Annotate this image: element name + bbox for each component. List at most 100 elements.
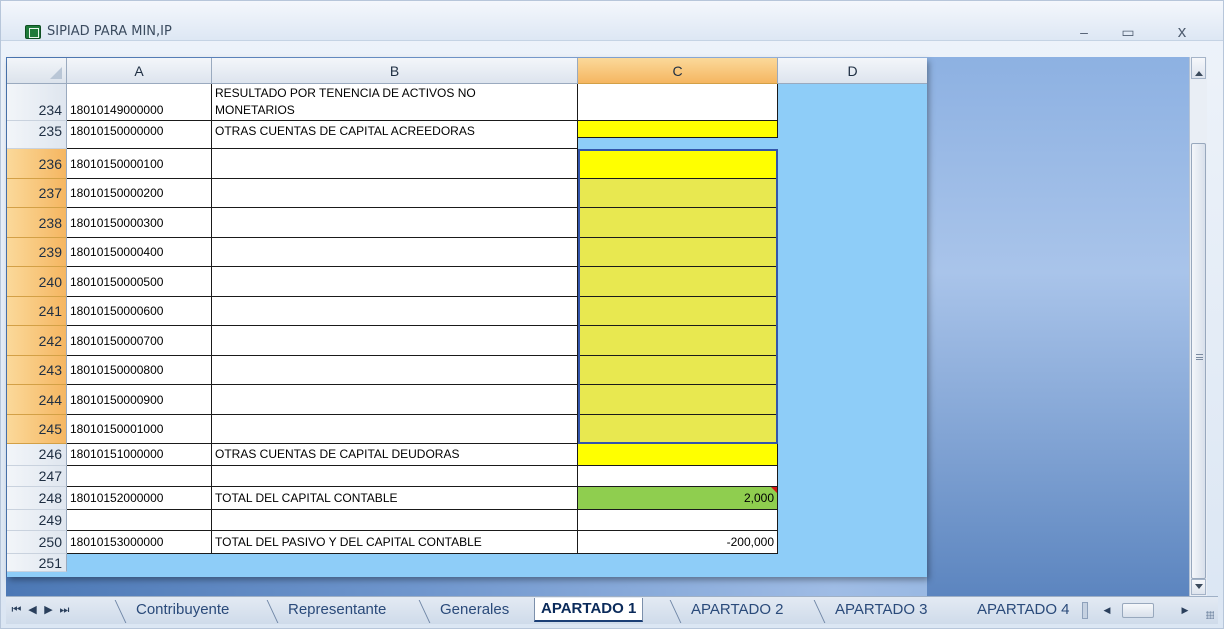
cell-a[interactable]: 18010150000400 — [67, 238, 212, 267]
tab-split-handle[interactable] — [1082, 602, 1088, 619]
cell-a[interactable]: 18010150000200 — [67, 179, 212, 208]
row-header[interactable]: 245 — [7, 415, 67, 444]
maximize-button[interactable]: ▭ — [1115, 23, 1141, 41]
row-header[interactable]: 240 — [7, 267, 67, 297]
row-header[interactable]: 246 — [7, 444, 67, 466]
row-header[interactable]: 248 — [7, 487, 67, 510]
cell-b[interactable] — [212, 179, 578, 208]
cell-b[interactable] — [212, 385, 578, 415]
cell-a[interactable] — [67, 510, 212, 531]
row-header[interactable]: 244 — [7, 385, 67, 415]
row-header[interactable]: 238 — [7, 208, 67, 238]
cell-c[interactable] — [578, 356, 778, 385]
cell-a[interactable]: 18010150000500 — [67, 267, 212, 297]
row-header[interactable]: 251 — [7, 554, 67, 572]
first-sheet-icon[interactable]: ⏮ — [10, 604, 26, 617]
column-header-b[interactable]: B — [212, 58, 578, 84]
tab-contribuyente[interactable]: Contribuyente — [130, 599, 235, 623]
last-sheet-icon[interactable]: ⏭ — [58, 604, 74, 617]
cell-c[interactable]: 2,000 — [578, 487, 778, 510]
horizontal-scroll-thumb[interactable] — [1122, 603, 1154, 618]
cell-b[interactable] — [212, 510, 578, 531]
row-header[interactable]: 247 — [7, 466, 67, 487]
row-header[interactable]: 250 — [7, 531, 67, 554]
row-header[interactable]: 241 — [7, 297, 67, 326]
table-row: 243 18010150000800 — [7, 356, 927, 385]
close-button[interactable]: x — [1169, 23, 1195, 41]
cell-a[interactable]: 18010152000000 — [67, 487, 212, 510]
cell-b[interactable] — [212, 149, 578, 179]
cell-c[interactable] — [578, 149, 778, 179]
scroll-up-icon[interactable] — [1191, 57, 1206, 79]
column-header-a[interactable]: A — [67, 58, 212, 84]
tab-apartado-2[interactable]: APARTADO 2 — [685, 599, 790, 623]
cell-a[interactable]: 18010150000000 — [67, 121, 212, 149]
cell-a[interactable]: 18010150000900 — [67, 385, 212, 415]
cell-c[interactable] — [578, 238, 778, 267]
cell-c[interactable] — [578, 510, 778, 531]
cell-a[interactable]: 18010149000000 — [67, 84, 212, 121]
cell-b[interactable] — [212, 208, 578, 238]
tab-representante[interactable]: Representante — [282, 599, 392, 623]
tab-apartado-1[interactable]: APARTADO 1 — [534, 598, 644, 622]
column-header-c[interactable]: C — [578, 58, 778, 84]
cell-b[interactable]: OTRAS CUENTAS DE CAPITAL ACREEDORAS — [212, 121, 578, 149]
row-header[interactable]: 249 — [7, 510, 67, 531]
row-header[interactable]: 242 — [7, 326, 67, 356]
tab-apartado-4[interactable]: APARTADO 4 — [971, 599, 1075, 623]
cell-c[interactable] — [578, 297, 778, 326]
minimize-button[interactable]: – — [1071, 23, 1097, 41]
row-header[interactable]: 236 — [7, 149, 67, 179]
cell-b[interactable] — [212, 356, 578, 385]
cell-c[interactable] — [578, 466, 778, 487]
next-sheet-icon[interactable]: ▶ — [42, 603, 58, 616]
cell-b[interactable]: TOTAL DEL CAPITAL CONTABLE — [212, 487, 578, 510]
cell-a[interactable]: 18010150001000 — [67, 415, 212, 444]
cell-c[interactable] — [578, 179, 778, 208]
cell-b[interactable] — [212, 267, 578, 297]
vertical-scrollbar[interactable] — [1189, 57, 1207, 596]
row-header[interactable]: 234 — [7, 84, 67, 121]
cell-c[interactable] — [578, 208, 778, 238]
cell-a[interactable]: 18010151000000 — [67, 444, 212, 466]
cell-c[interactable] — [578, 267, 778, 297]
cell-b[interactable]: TOTAL DEL PASIVO Y DEL CAPITAL CONTABLE — [212, 531, 578, 554]
cell-a[interactable]: 18010150000700 — [67, 326, 212, 356]
horizontal-scrollbar[interactable]: ◀ ▶ — [1092, 602, 1214, 619]
cell-a[interactable]: 18010150000100 — [67, 149, 212, 179]
cell-c[interactable] — [578, 385, 778, 415]
cell-c[interactable] — [578, 444, 778, 466]
cell-b[interactable] — [212, 238, 578, 267]
cell-c[interactable] — [578, 326, 778, 356]
column-header-d[interactable]: D — [778, 58, 927, 84]
cell-a[interactable]: 18010150000800 — [67, 356, 212, 385]
row-header[interactable]: 237 — [7, 179, 67, 208]
cell-a[interactable]: 18010150000600 — [67, 297, 212, 326]
cell-b[interactable]: OTRAS CUENTAS DE CAPITAL DEUDORAS — [212, 444, 578, 466]
scroll-left-icon[interactable]: ◀ — [1100, 602, 1114, 619]
cell-a[interactable]: 18010150000300 — [67, 208, 212, 238]
tab-generales[interactable]: Generales — [434, 599, 515, 623]
cell-b[interactable] — [212, 415, 578, 444]
select-all-corner[interactable] — [7, 58, 67, 84]
resize-grip-icon[interactable] — [1202, 607, 1214, 619]
scroll-right-icon[interactable]: ▶ — [1178, 602, 1192, 619]
cell-c[interactable] — [578, 121, 778, 138]
cell-c[interactable]: -200,000 — [578, 531, 778, 554]
cell-b[interactable] — [212, 326, 578, 356]
cell-b[interactable] — [212, 466, 578, 487]
scroll-thumb[interactable] — [1191, 143, 1206, 579]
table-row: 245 18010150001000 — [7, 415, 927, 444]
cell-a[interactable]: 18010153000000 — [67, 531, 212, 554]
row-header[interactable]: 235 — [7, 121, 67, 149]
row-header[interactable]: 239 — [7, 238, 67, 267]
tab-apartado-3[interactable]: APARTADO 3 — [829, 599, 934, 623]
scroll-down-icon[interactable] — [1191, 579, 1206, 595]
prev-sheet-icon[interactable]: ◀ — [26, 603, 42, 616]
cell-b[interactable]: RESULTADO POR TENENCIA DE ACTIVOS NO MON… — [212, 84, 578, 121]
cell-c[interactable] — [578, 84, 778, 121]
cell-c[interactable] — [578, 415, 778, 444]
cell-b[interactable] — [212, 297, 578, 326]
row-header[interactable]: 243 — [7, 356, 67, 385]
cell-a[interactable] — [67, 466, 212, 487]
